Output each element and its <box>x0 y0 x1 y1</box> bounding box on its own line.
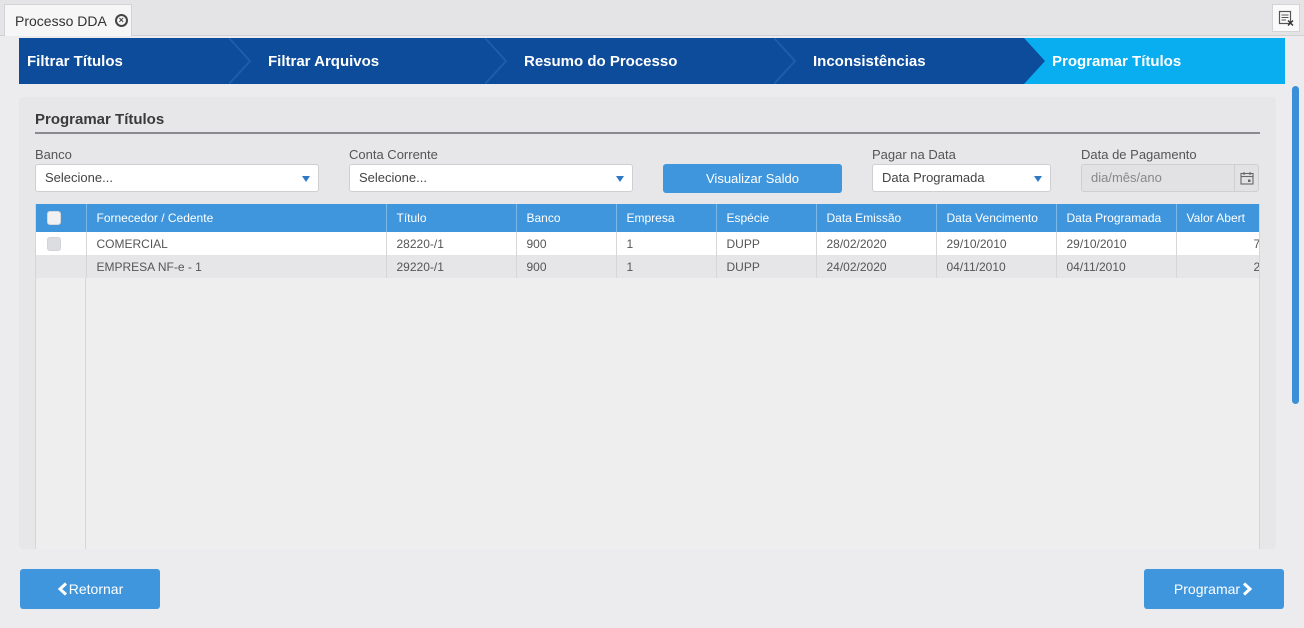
programar-button[interactable]: Programar <box>1144 569 1284 609</box>
col-valor-aberto[interactable]: Valor Abert <box>1176 204 1259 232</box>
col-banco[interactable]: Banco <box>516 204 617 232</box>
wizard-steps: Filtrar Títulos Filtrar Arquivos Resumo … <box>19 38 1285 84</box>
banco-select-value: Selecione... <box>45 170 113 185</box>
cell-data-emissao: 28/02/2020 <box>816 232 937 255</box>
conta-select-value: Selecione... <box>359 170 427 185</box>
step-label: Inconsistências <box>813 52 926 70</box>
pagar-na-data-select[interactable]: Data Programada <box>872 164 1051 192</box>
tab-bar: Processo DDA × <box>0 0 1304 36</box>
title-divider <box>35 132 1260 134</box>
cell-fornecedor: EMPRESA NF-e - 1 <box>86 255 387 278</box>
close-circle-icon[interactable]: × <box>114 14 128 27</box>
col-especie[interactable]: Espécie <box>716 204 817 232</box>
vertical-scrollbar[interactable] <box>1291 84 1300 549</box>
panel-title: Programar Títulos <box>35 111 165 128</box>
cell-empresa: 1 <box>616 255 717 278</box>
cell-valor-aberto: 78.651, <box>1176 232 1259 255</box>
step-label: Programar Títulos <box>1052 52 1182 70</box>
cell-data-programada: 29/10/2010 <box>1056 232 1177 255</box>
step-filtrar-arquivos[interactable]: Filtrar Arquivos <box>250 38 507 84</box>
tab-processo-dda[interactable]: Processo DDA × <box>4 4 132 36</box>
step-label: Filtrar Arquivos <box>268 52 380 70</box>
col-data-emissao[interactable]: Data Emissão <box>816 204 937 232</box>
row-checkbox-cell[interactable] <box>36 232 87 255</box>
step-label: Resumo do Processo <box>524 52 678 70</box>
data-pagamento-label: Data de Pagamento <box>1081 147 1197 162</box>
cell-banco: 900 <box>516 232 617 255</box>
select-all-checkbox[interactable] <box>47 211 61 226</box>
pagar-na-data-label: Pagar na Data <box>872 147 956 162</box>
step-programar-titulos[interactable]: Programar Títulos <box>1024 38 1285 84</box>
cell-data-emissao: 24/02/2020 <box>816 255 937 278</box>
table-header-row: Fornecedor / Cedente Título Banco Empres… <box>36 204 1259 232</box>
chevron-right-icon <box>1243 582 1253 596</box>
step-filtrar-titulos[interactable]: Filtrar Títulos <box>19 38 251 84</box>
programar-label: Programar <box>1173 581 1241 597</box>
conta-corrente-label: Conta Corrente <box>349 147 438 162</box>
col-data-vencimento[interactable]: Data Vencimento <box>936 204 1057 232</box>
step-inconsistencias[interactable]: Inconsistências <box>795 38 1024 84</box>
conta-corrente-select[interactable]: Selecione... <box>349 164 633 192</box>
titulos-table: Fornecedor / Cedente Título Banco Empres… <box>36 204 1259 278</box>
col-empresa[interactable]: Empresa <box>616 204 717 232</box>
cell-valor-aberto: 22.344, <box>1176 255 1259 278</box>
step-label: Filtrar Títulos <box>27 52 123 70</box>
caret-down-icon <box>616 176 624 182</box>
banco-select[interactable]: Selecione... <box>35 164 319 192</box>
cell-data-programada: 04/11/2010 <box>1056 255 1177 278</box>
checkbox-column-filler <box>36 278 86 549</box>
visualizar-saldo-button[interactable]: Visualizar Saldo <box>663 164 842 193</box>
cell-fornecedor: COMERCIAL <box>86 232 387 255</box>
cell-titulo: 28220-/1 <box>386 232 517 255</box>
cell-especie: DUPP <box>716 232 817 255</box>
retornar-button[interactable]: Retornar <box>20 569 160 609</box>
table-row[interactable]: COMERCIAL 28220-/1 900 1 DUPP 28/02/2020… <box>36 232 1259 255</box>
cell-especie: DUPP <box>716 255 817 278</box>
col-fornecedor[interactable]: Fornecedor / Cedente <box>86 204 387 232</box>
banco-label: Banco <box>35 147 72 162</box>
cell-empresa: 1 <box>616 232 717 255</box>
caret-down-icon <box>1034 176 1042 182</box>
clear-list-icon[interactable] <box>1272 4 1300 32</box>
scrollbar-thumb[interactable] <box>1292 86 1299 404</box>
step-resumo-do-processo[interactable]: Resumo do Processo <box>506 38 796 84</box>
caret-down-icon <box>302 176 310 182</box>
data-pagamento-input[interactable]: dia/mês/ano <box>1081 164 1259 192</box>
cell-titulo: 29220-/1 <box>386 255 517 278</box>
content-panel: Programar Títulos Banco Selecione... Con… <box>19 97 1276 549</box>
chevron-left-icon <box>57 582 67 596</box>
retornar-label: Retornar <box>68 581 124 597</box>
cell-data-vencimento: 29/10/2010 <box>936 232 1057 255</box>
col-data-programada[interactable]: Data Programada <box>1056 204 1177 232</box>
row-checkbox[interactable] <box>47 259 61 274</box>
calendar-icon[interactable] <box>1234 165 1258 191</box>
select-all-checkbox-cell[interactable] <box>36 204 87 232</box>
tab-title: Processo DDA <box>15 12 107 29</box>
row-checkbox-cell[interactable] <box>36 255 87 278</box>
date-placeholder: dia/mês/ano <box>1091 170 1162 185</box>
table-row[interactable]: EMPRESA NF-e - 1 29220-/1 900 1 DUPP 24/… <box>36 255 1259 278</box>
titulos-grid: Fornecedor / Cedente Título Banco Empres… <box>35 204 1260 549</box>
cell-data-vencimento: 04/11/2010 <box>936 255 1057 278</box>
pagar-select-value: Data Programada <box>882 170 985 185</box>
cell-banco: 900 <box>516 255 617 278</box>
col-titulo[interactable]: Título <box>386 204 517 232</box>
row-checkbox[interactable] <box>47 236 61 251</box>
